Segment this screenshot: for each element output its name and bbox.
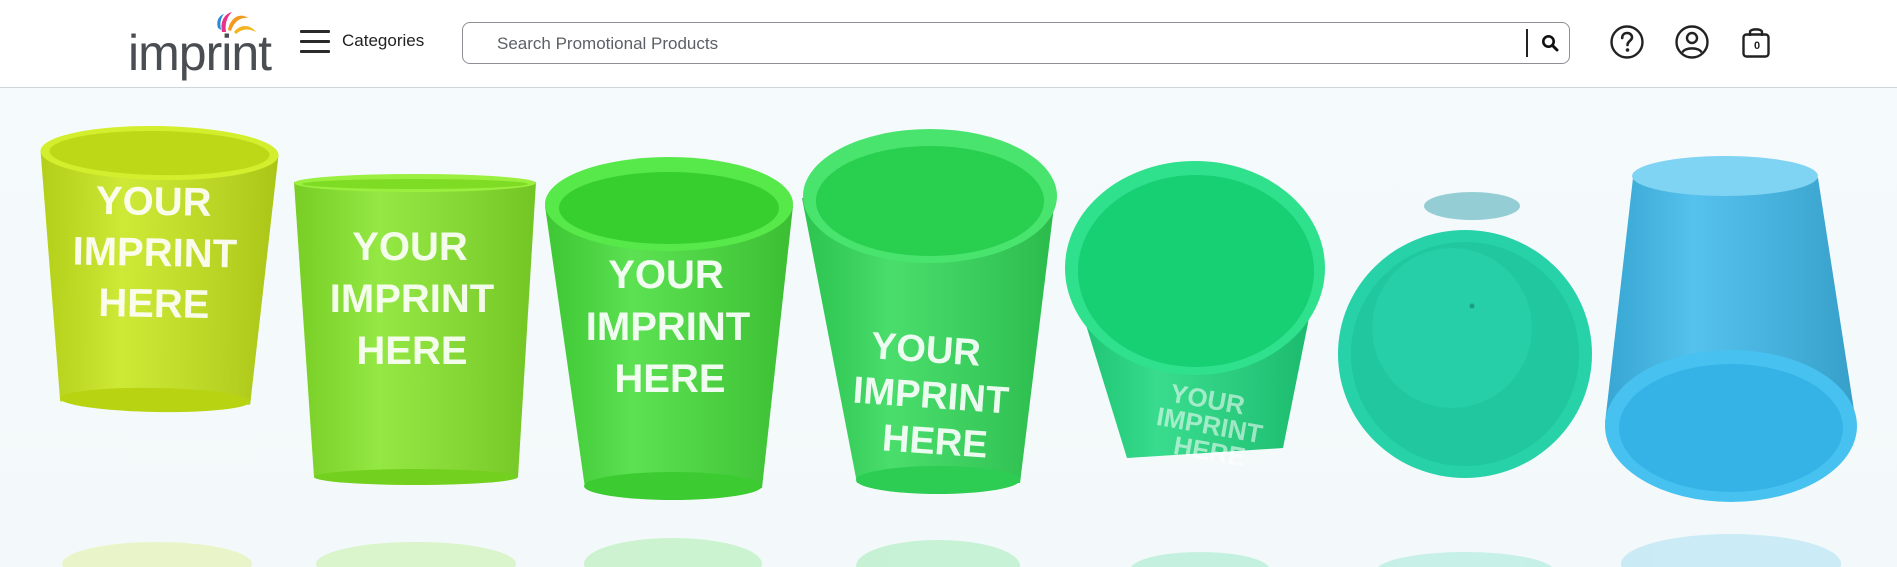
cup-7 xyxy=(1605,156,1857,502)
cup-1-imprint-line-1: YOUR xyxy=(96,179,212,225)
site-header: imprint Categories Search Promotional Pr… xyxy=(0,0,1897,88)
cup-4-imprint-line-1: YOUR xyxy=(870,325,982,375)
search-divider xyxy=(1526,29,1528,57)
cup-4-imprint-line-3: HERE xyxy=(881,417,989,466)
cup-3-imprint-line-3: HERE xyxy=(614,357,725,401)
cart-button[interactable]: 0 xyxy=(1736,22,1776,62)
cup-3: YOUR IMPRINT HERE xyxy=(545,157,793,500)
cup-2-imprint-line-3: HERE xyxy=(356,329,467,373)
cup-2: YOUR IMPRINT HERE xyxy=(294,174,536,485)
cup-1-imprint-line-2: IMPRINT xyxy=(72,230,237,277)
search-button[interactable] xyxy=(1531,23,1569,63)
cup-1-imprint-line-3: HERE xyxy=(98,281,210,327)
cup-3-imprint-line-1: YOUR xyxy=(608,253,724,297)
search-bar xyxy=(462,22,1570,65)
cup-1: YOUR IMPRINT HERE xyxy=(40,125,279,413)
cup-4: YOUR IMPRINT HERE xyxy=(802,129,1057,494)
categories-button[interactable]: Categories xyxy=(300,24,424,58)
cup-5: YOUR IMPRINT HERE xyxy=(1065,161,1325,472)
search-icon xyxy=(1542,35,1559,52)
account-button[interactable] xyxy=(1672,22,1712,62)
help-button[interactable] xyxy=(1607,22,1647,62)
cup-2-imprint-line-1: YOUR xyxy=(352,225,468,269)
cup-reflections xyxy=(62,534,1841,567)
cup-3-imprint-line-2: IMPRINT xyxy=(586,305,750,349)
categories-label: Categories xyxy=(342,31,425,50)
help-icon xyxy=(1610,25,1644,59)
cup-2-imprint-line-2: IMPRINT xyxy=(330,277,494,321)
stadium-cups-image: YOUR IMPRINT HERE YOUR IMPRINT HERE YOUR… xyxy=(40,125,1857,567)
hero-banner: YOUR IMPRINT HERE YOUR IMPRINT HERE YOUR… xyxy=(0,88,1897,567)
hamburger-icon xyxy=(300,28,330,54)
account-icon xyxy=(1675,25,1709,59)
imprint-logo[interactable]: imprint xyxy=(128,8,272,81)
search-input[interactable] xyxy=(475,23,1499,65)
cup-6 xyxy=(1338,192,1592,478)
logo-wordmark: imprint xyxy=(128,25,272,81)
cart-count: 0 xyxy=(1754,40,1761,52)
